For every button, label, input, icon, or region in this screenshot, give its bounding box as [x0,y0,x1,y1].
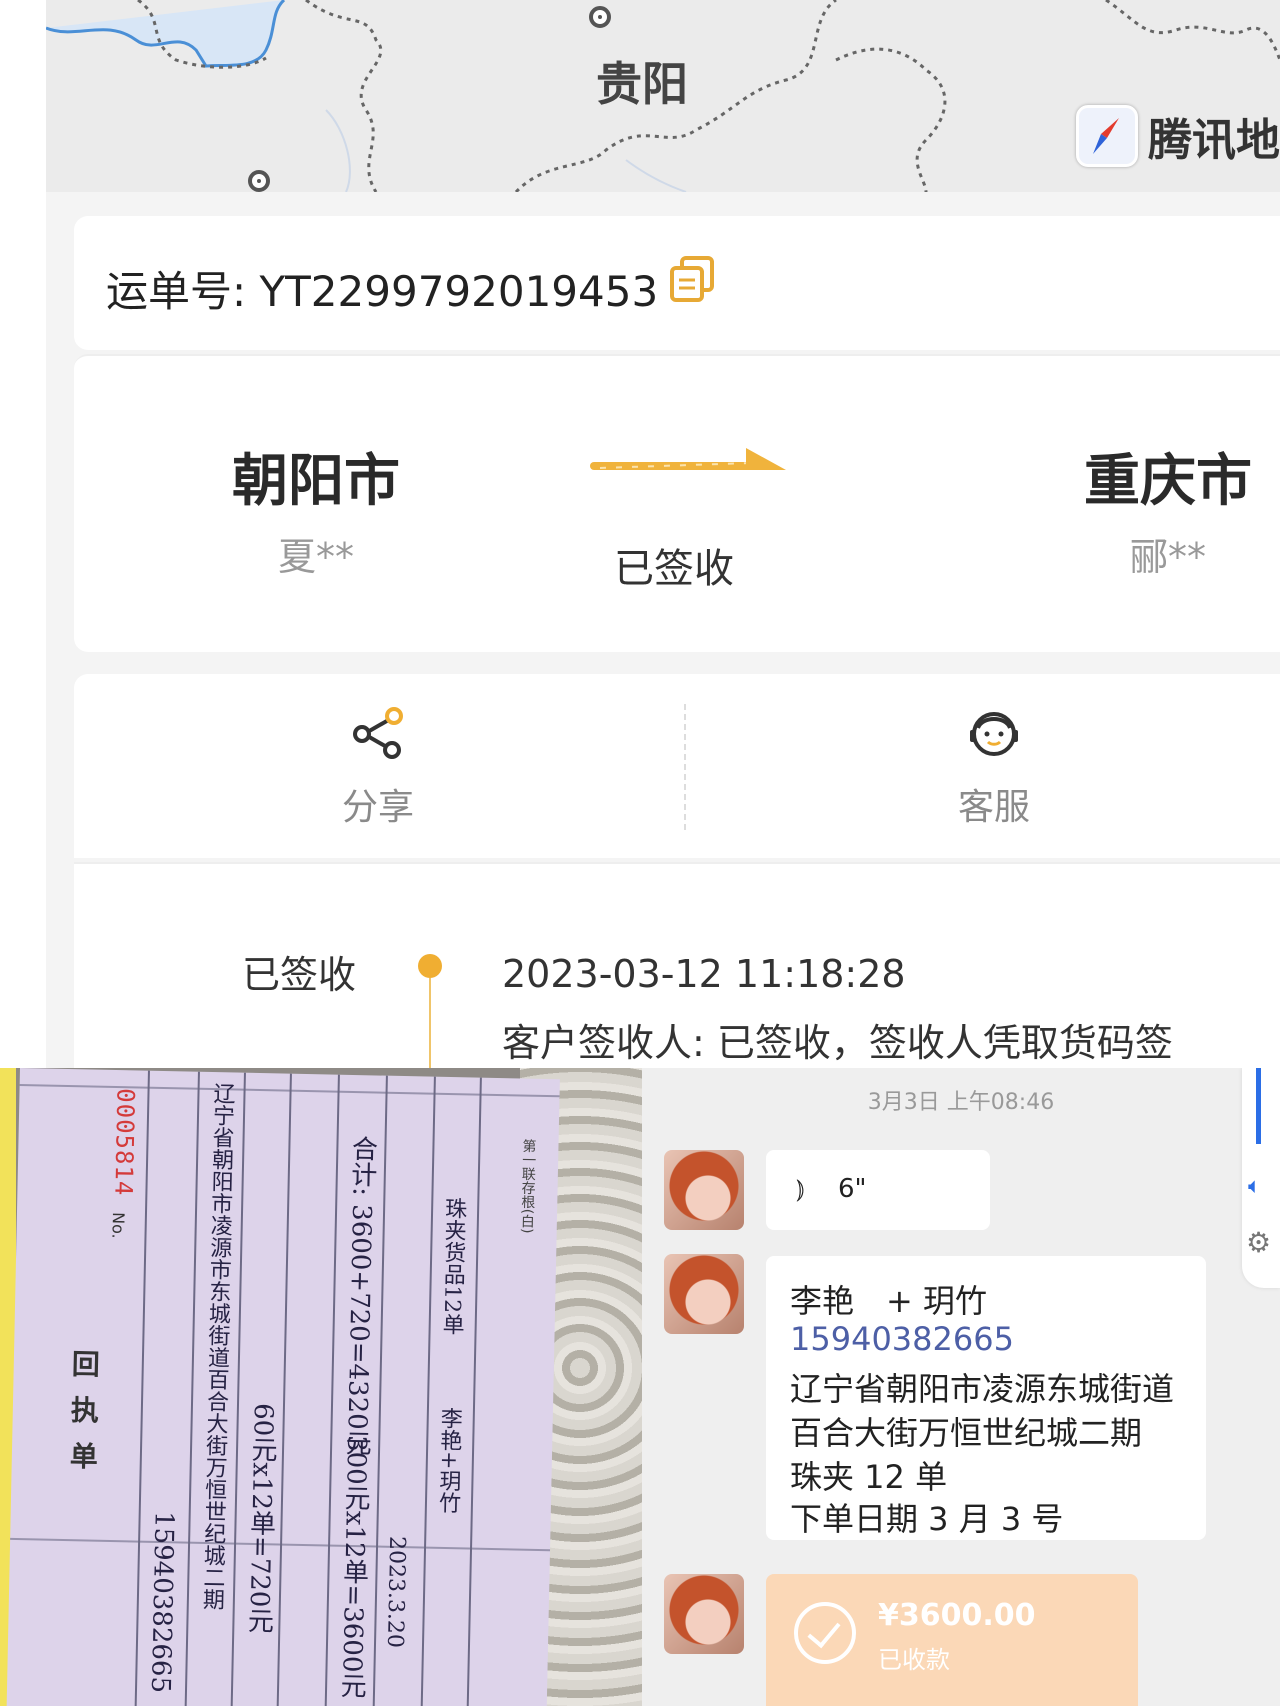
receipt-title: 回执单 [65,1349,102,1488]
message-item: 珠夹 12 单 [790,1458,948,1496]
customer-service-icon [970,712,1018,756]
transfer-amount: ¥3600.00 [878,1598,1036,1633]
gear-icon[interactable]: ⚙ [1246,1226,1271,1259]
copy-icon[interactable] [670,256,714,302]
receipt-rule [184,1071,200,1706]
divider [684,704,686,830]
message-phone-link[interactable]: 15940382665 [790,1320,1014,1358]
receipt-customer: 李艳+玥竹 [434,1406,462,1514]
action-bar: 分享 客服 [74,674,1280,858]
receipt-phone: 15940382665 [144,1510,179,1694]
route-arrow-icon [590,448,786,470]
map-view[interactable]: 贵阳 腾讯地图 [46,0,1280,192]
sender-name: 夏** [277,535,354,579]
avatar[interactable] [664,1150,744,1230]
customer-service-button[interactable]: 客服 [894,706,1094,830]
check-circle-icon [794,1602,856,1664]
message-address-line: 百合大街万恒世纪城二期 [790,1414,1143,1452]
waybill-card: 运单号: YT2299792019453 [74,216,1280,350]
customer-service-label: 客服 [957,787,1030,828]
chat-view: 3月3日 上午08:46 ⦆ 6" 李艳 + 玥竹 15940382665 辽宁… [642,1068,1280,1706]
message-name: 李艳 + 玥竹 [790,1282,987,1320]
timeline-line [429,978,431,1070]
timeline-time: 2023-03-12 11:18:28 [502,952,906,996]
receipt-line-fee: 60元x12单=720元 [243,1402,279,1634]
timeline-dot [418,954,442,978]
map-city-label: 贵阳 [596,57,688,111]
text-message[interactable]: 李艳 + 玥竹 15940382665 辽宁省朝阳市凌源东城街道 百合大街万恒世… [766,1256,1206,1540]
receipt-total: 合计: 3600+720=4320元 [340,1134,378,1456]
share-label: 分享 [341,787,414,828]
route-card: 朝阳市 夏** 已签收 重庆市 郦** [74,354,1280,652]
route-status: 已签收 [614,546,734,592]
floating-side-panel: 🔈︎ ⚙ [1242,1068,1280,1288]
receipt-paper: 0005814 No. 回执单 15940382665 辽宁省朝阳市凌源市东城街… [6,1068,560,1706]
receipt-date: 2023.3.20 [381,1535,410,1649]
waybill-number: 运单号: YT2299792019453 [106,267,659,316]
avatar[interactable] [664,1574,744,1654]
voice-message[interactable]: ⦆ 6" [766,1150,990,1230]
transfer-message[interactable]: ¥3600.00 已收款 [766,1574,1138,1706]
map-pin-icon [589,6,611,28]
message-order-date: 下单日期 3 月 3 号 [790,1500,1064,1538]
receiver-name: 郦** [1129,535,1206,579]
compass-icon [1076,105,1138,167]
receipt-rule [466,1077,482,1706]
share-button[interactable]: 分享 [278,706,478,830]
tracking-app: 贵阳 腾讯地图 运单号: YT2299792019453 朝阳市 夏** [0,0,1280,1070]
map-provider-name: 腾讯地图 [1148,115,1280,166]
receipt-photo: 0005814 No. 回执单 15940382665 辽宁省朝阳市凌源市东城街… [0,1068,642,1706]
timeline-status: 已签收 [242,953,357,997]
chat-timestamp: 3月3日 上午08:46 [867,1090,1055,1115]
receipt-address: 辽宁省朝阳市凌源市东城街道百合大街万恒世纪城二期 [198,1081,235,1611]
voice-wave-icon: ⦆ [796,1174,805,1204]
destination-city: 重庆市 [1084,449,1252,514]
receipt-rule [420,1076,436,1706]
receipt-no-label: No. [108,1211,129,1239]
timeline-description: 客户签收人: 已签收，签收人凭取货码签 [502,1021,1173,1065]
volume-slider[interactable] [1256,1068,1261,1144]
voice-duration: 6" [838,1174,867,1204]
avatar[interactable] [664,1254,744,1334]
transfer-status: 已收款 [878,1646,950,1674]
receipt-serial-number: 0005814 [109,1087,140,1197]
receipt-item: 珠夹货品12单 [438,1196,467,1336]
receipt-footer: 第一联存根(白) [518,1138,537,1234]
map-provider-logo: 腾讯地图 [1076,104,1280,168]
map-pin-icon [248,170,270,192]
receipt-line-goods: 300元x12单=3600元 [335,1434,372,1699]
origin-city: 朝阳市 [232,449,400,514]
receipt-rule [276,1073,292,1706]
message-address-line: 辽宁省朝阳市凌源东城街道 [790,1370,1175,1408]
tracking-timeline: 已签收 2023-03-12 11:18:28 客户签收人: 已签收，签收人凭取… [74,862,1280,1070]
share-icon [353,707,403,759]
left-edge [0,0,46,1068]
speaker-icon[interactable]: 🔈︎ [1248,1174,1261,1199]
